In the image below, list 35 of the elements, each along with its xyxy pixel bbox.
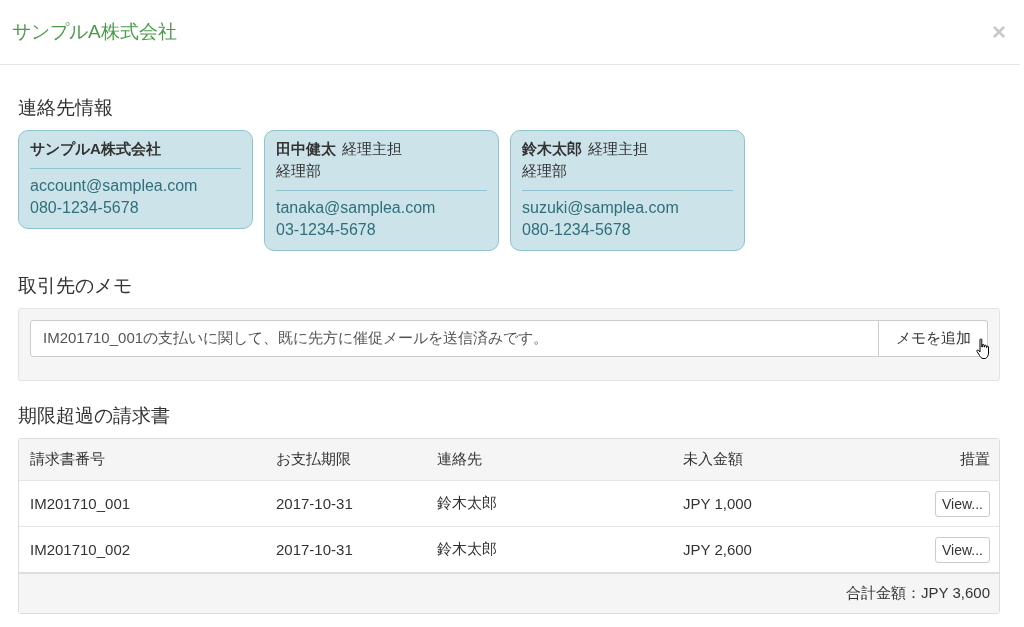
table-cell-text: 鈴木太郎: [437, 494, 498, 513]
contact-email: suzuki@samplea.com: [522, 198, 680, 218]
section-heading: 取引先のメモ: [18, 274, 133, 298]
view-button[interactable]: View...: [935, 536, 990, 563]
total-amount: 合計金額：JPY 3,600: [846, 584, 990, 603]
contact-phone: 03-1234-5678: [276, 220, 377, 240]
memo-field[interactable]: IM201710_001の支払いに関して、既に先方に催促メールを送信済みです。: [30, 320, 879, 357]
table-cell-text: JPY 2,600: [683, 541, 753, 558]
column-header: 未入金額: [683, 450, 744, 469]
table-cell-text: IM201710_001: [30, 495, 132, 512]
column-header: お支払期限: [276, 450, 352, 469]
view-button[interactable]: View...: [935, 490, 990, 517]
contact-email: tanaka@samplea.com: [276, 198, 437, 218]
table-cell-text: JPY 1,000: [683, 495, 753, 512]
add-memo-button[interactable]: メモを追加: [879, 320, 988, 357]
contact-department: 経理部: [276, 161, 322, 181]
section-heading: 期限超過の請求書: [18, 404, 171, 428]
column-header: 連絡先: [437, 450, 483, 469]
table-cell-text: 2017-10-31: [276, 495, 354, 512]
contact-role: 経理主担: [588, 140, 648, 157]
dialog-title: サンプルA株式会社: [12, 20, 177, 44]
contact-role: 経理主担: [342, 140, 402, 157]
column-header: 措置: [959, 450, 990, 469]
table-cell-text: 鈴木太郎: [437, 540, 498, 559]
contact-phone: 080-1234-5678: [30, 198, 140, 218]
table-cell-text: 2017-10-31: [276, 541, 354, 558]
contact-name: サンプルA株式会社: [30, 140, 161, 157]
contact-name: 田中健太: [276, 140, 336, 157]
contact-department: 経理部: [522, 161, 568, 181]
column-header: 請求書番号: [30, 450, 106, 469]
contact-email: account@samplea.com: [30, 176, 199, 196]
table-cell-text: IM201710_002: [30, 541, 132, 558]
contact-name: 鈴木太郎: [522, 140, 582, 157]
section-heading: 連絡先情報: [18, 96, 114, 120]
contact-phone: 080-1234-5678: [522, 220, 632, 240]
